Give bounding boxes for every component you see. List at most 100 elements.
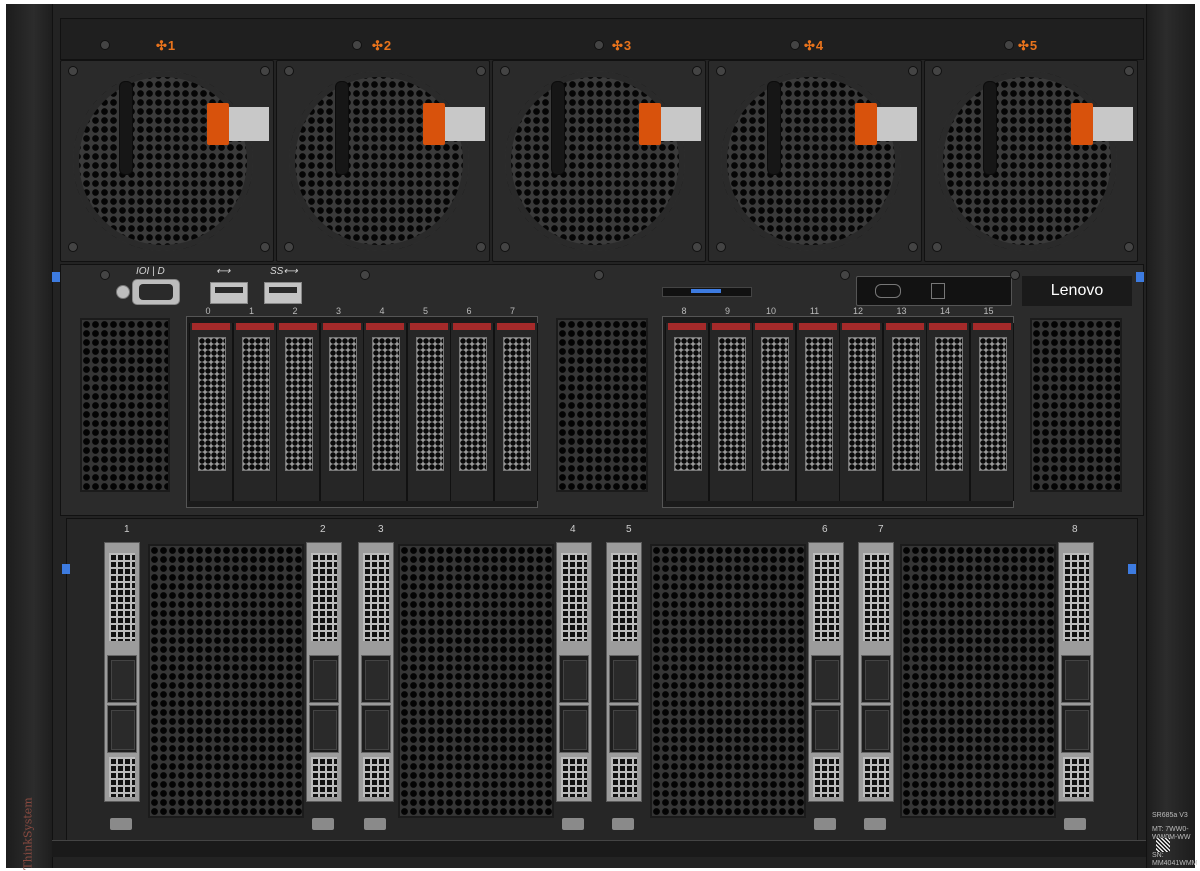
power-button[interactable] — [875, 284, 901, 298]
drive-bezel — [978, 337, 1007, 471]
usb-ss-port[interactable] — [264, 282, 302, 304]
screw — [260, 66, 270, 76]
fan-handle[interactable] — [551, 81, 565, 175]
vga-port[interactable] — [132, 279, 180, 305]
id-button[interactable] — [931, 283, 945, 299]
qsfp-port[interactable] — [107, 655, 137, 703]
qsfp-port[interactable] — [309, 705, 339, 753]
fan-icon: ✣ — [1018, 38, 1029, 53]
drive-bay-number: 11 — [809, 306, 820, 316]
qsfp-port[interactable] — [1061, 705, 1091, 753]
fan-grille — [937, 71, 1117, 251]
drive-bay[interactable] — [319, 323, 364, 501]
fan-module-4[interactable] — [708, 60, 922, 262]
qsfp-port[interactable] — [811, 655, 841, 703]
nmi-button[interactable] — [116, 285, 130, 299]
fan-release-latch[interactable] — [855, 103, 877, 145]
drive-bay[interactable] — [232, 323, 277, 501]
drive-bay-number: 13 — [896, 306, 907, 316]
qsfp-port[interactable] — [309, 655, 339, 703]
adapter-pull-tab[interactable] — [1064, 818, 1086, 830]
qsfp-port[interactable] — [361, 655, 391, 703]
drive-bay[interactable] — [363, 323, 407, 501]
network-adapter[interactable] — [104, 542, 140, 802]
drive-bay[interactable] — [969, 323, 1014, 501]
screw — [908, 242, 918, 252]
screw — [476, 242, 486, 252]
machine-type: MT: 7WW0- — [1152, 826, 1189, 833]
qsfp-port[interactable] — [861, 655, 891, 703]
screw — [284, 242, 294, 252]
drive-bay-number: 10 — [765, 306, 776, 316]
fan-module-2[interactable] — [276, 60, 490, 262]
adapter-pull-tab[interactable] — [612, 818, 634, 830]
fan-latch-body — [445, 107, 485, 141]
blue-touchpoint[interactable] — [62, 564, 70, 574]
blue-touchpoint[interactable] — [1136, 272, 1144, 282]
drive-bay[interactable] — [882, 323, 927, 501]
fan-header — [60, 18, 1144, 60]
drive-bay[interactable] — [752, 323, 796, 501]
fan-handle[interactable] — [983, 81, 997, 175]
network-adapter[interactable] — [358, 542, 394, 802]
adapter-pull-tab[interactable] — [864, 818, 886, 830]
network-adapter[interactable] — [556, 542, 592, 802]
network-adapter[interactable] — [306, 542, 342, 802]
serial-label: SN: — [1152, 852, 1164, 859]
fan-handle[interactable] — [119, 81, 133, 175]
adapter-pull-tab[interactable] — [312, 818, 334, 830]
qsfp-port[interactable] — [361, 705, 391, 753]
fan-handle[interactable] — [335, 81, 349, 175]
gpu-vent-3 — [650, 544, 806, 818]
fan-handle[interactable] — [767, 81, 781, 175]
drive-bay[interactable] — [276, 323, 320, 501]
drive-bay[interactable] — [189, 323, 233, 501]
drive-bay[interactable] — [708, 323, 753, 501]
network-adapter[interactable] — [606, 542, 642, 802]
blue-touchpoint[interactable] — [52, 272, 60, 282]
adapter-vent — [561, 553, 587, 641]
qsfp-port[interactable] — [559, 655, 589, 703]
fan-release-latch[interactable] — [639, 103, 661, 145]
drive-bay[interactable] — [926, 323, 970, 501]
serial-number: MM4041WMM — [1152, 860, 1198, 867]
qsfp-port[interactable] — [811, 705, 841, 753]
fan-release-latch[interactable] — [423, 103, 445, 145]
network-adapter[interactable] — [858, 542, 894, 802]
drive-bay-number: 8 — [681, 306, 687, 316]
drive-bay[interactable] — [795, 323, 840, 501]
slot-number: 7 — [878, 524, 884, 535]
network-adapter[interactable] — [808, 542, 844, 802]
fan-grille — [721, 71, 901, 251]
fan-release-latch[interactable] — [207, 103, 229, 145]
qsfp-port[interactable] — [861, 705, 891, 753]
fan-module-3[interactable] — [492, 60, 706, 262]
qsfp-port[interactable] — [107, 705, 137, 753]
network-adapter[interactable] — [1058, 542, 1094, 802]
adapter-pull-tab[interactable] — [814, 818, 836, 830]
drive-bay[interactable] — [406, 323, 451, 501]
usb-port[interactable] — [210, 282, 248, 304]
qsfp-port[interactable] — [1061, 655, 1091, 703]
drive-bay-number: 5 — [422, 306, 428, 316]
drive-status-led — [929, 323, 967, 330]
drive-bay[interactable] — [839, 323, 883, 501]
fan-release-latch[interactable] — [1071, 103, 1093, 145]
drive-status-led — [322, 323, 361, 330]
drive-bay[interactable] — [665, 323, 709, 501]
qsfp-port[interactable] — [559, 705, 589, 753]
adapter-pull-tab[interactable] — [364, 818, 386, 830]
fan-module-5[interactable] — [924, 60, 1138, 262]
drive-bay-number: 1 — [248, 306, 254, 316]
adapter-pull-tab[interactable] — [110, 818, 132, 830]
gpu-vent-2 — [398, 544, 554, 818]
blue-touchpoint[interactable] — [1128, 564, 1136, 574]
pull-out-tab-slot[interactable] — [662, 287, 752, 297]
drive-bay[interactable] — [493, 323, 538, 501]
adapter-pull-tab[interactable] — [562, 818, 584, 830]
drive-bay[interactable] — [450, 323, 494, 501]
qsfp-port[interactable] — [609, 655, 639, 703]
fan-module-1[interactable] — [60, 60, 274, 262]
screw — [100, 270, 110, 280]
qsfp-port[interactable] — [609, 705, 639, 753]
